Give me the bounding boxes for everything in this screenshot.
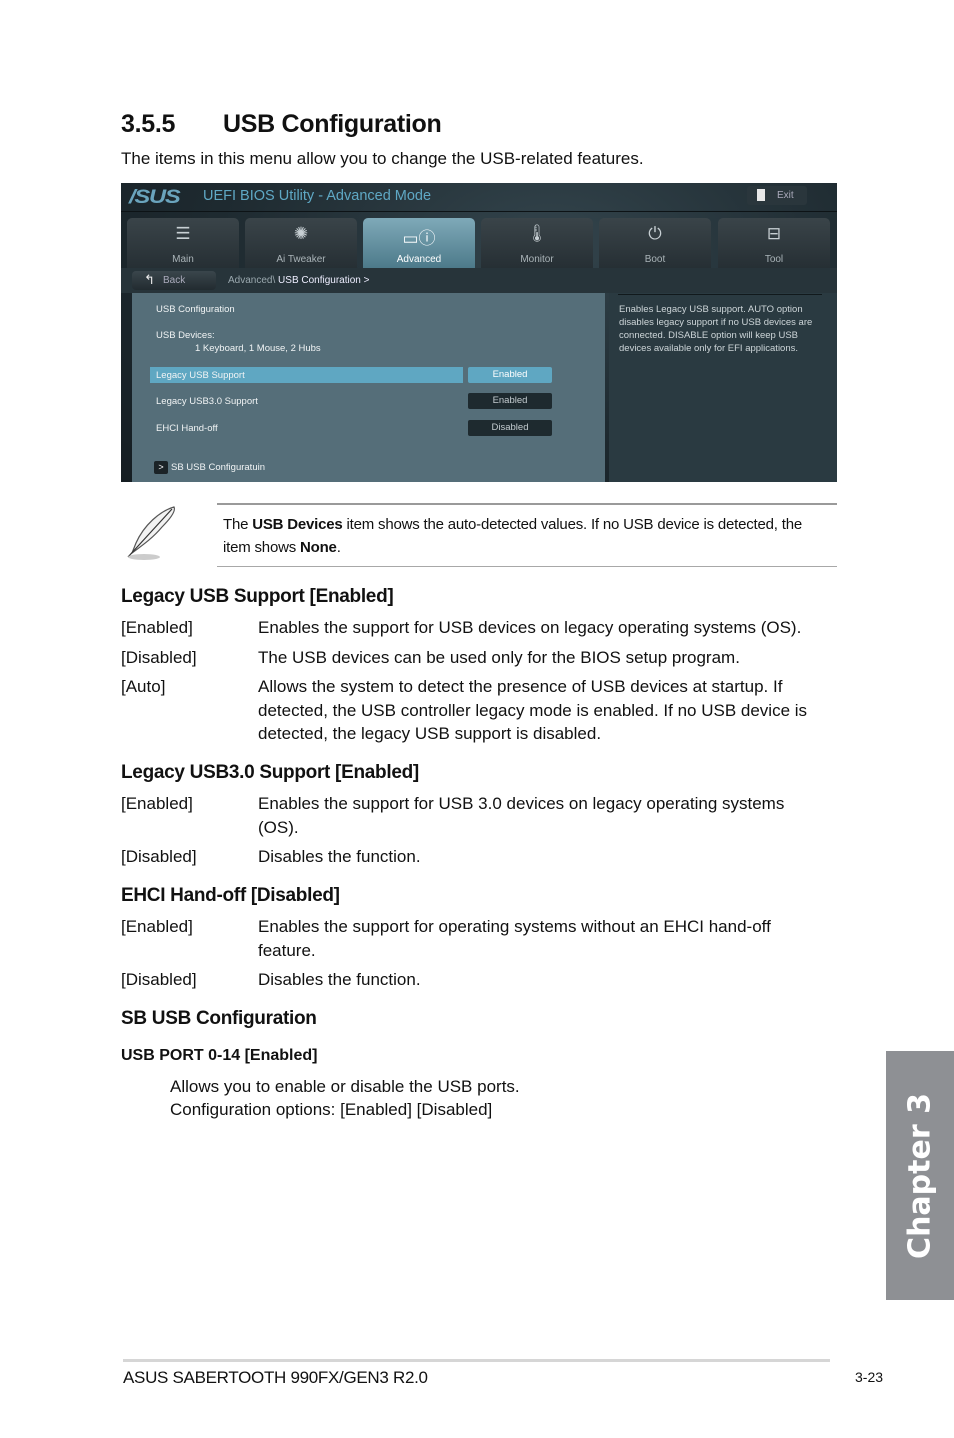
- sb-usb-heading: SB USB Configuration: [121, 1008, 317, 1029]
- option-description: Enables the support for USB devices on l…: [258, 618, 802, 637]
- option-label: [Disabled]: [121, 970, 197, 989]
- footer-product: ASUS SABERTOOTH 990FX/GEN3 R2.0: [123, 1368, 428, 1387]
- option-label: [Enabled]: [121, 917, 193, 936]
- option-description: Disables the function.: [258, 847, 421, 866]
- toolbox-icon: ⊟: [766, 224, 782, 243]
- usb-devices-label: USB Devices:: [156, 330, 215, 341]
- tab-main[interactable]: ☰ Main: [127, 218, 239, 268]
- back-button[interactable]: ↰ Back: [132, 271, 216, 290]
- submenu-arrow-icon: >: [154, 461, 168, 474]
- ehci-hand-off-value[interactable]: Disabled: [468, 420, 552, 436]
- option-description: Enables the support for operating system…: [258, 917, 771, 960]
- legacy-usb-heading: Legacy USB Support [Enabled]: [121, 586, 394, 607]
- advanced-info-icon: ▭ⓘ: [402, 229, 436, 248]
- exit-button[interactable]: Exit: [747, 186, 807, 205]
- chapter-tab: Chapter 3: [886, 1051, 954, 1300]
- setting-ehci-hand-off[interactable]: EHCI Hand-off: [156, 423, 218, 434]
- note-text: The USB Devices item shows the auto-dete…: [223, 516, 802, 556]
- option-description: Allows the system to detect the presence…: [258, 677, 808, 743]
- option-description: The USB devices can be used only for the…: [258, 648, 740, 667]
- feather-note-icon: [127, 506, 175, 560]
- option-label: [Enabled]: [121, 618, 193, 637]
- settings-panel: [132, 293, 605, 482]
- usb-port-options: Configuration options: [Enabled] [Disabl…: [170, 1100, 493, 1119]
- footer-divider: [123, 1359, 830, 1362]
- tab-monitor[interactable]: 🌡 Monitor: [481, 218, 593, 268]
- section-heading: 3.5.5 USB Configuration: [121, 110, 442, 139]
- help-text: Enables Legacy USB support. AUTO option …: [619, 304, 813, 354]
- tab-boot[interactable]: ⏻ Boot: [599, 218, 711, 268]
- setting-legacy-usb3-support[interactable]: Legacy USB3.0 Support: [156, 396, 258, 407]
- submenu-sb-usb-configuration[interactable]: SB USB Configuratuin: [171, 462, 265, 473]
- option-label: [Disabled]: [121, 648, 197, 667]
- legacy-usb3-support-value[interactable]: Enabled: [468, 393, 552, 409]
- usb-devices-value: 1 Keyboard, 1 Mouse, 2 Hubs: [195, 343, 321, 354]
- legacy-usb-support-value[interactable]: Enabled: [468, 367, 552, 383]
- page-number: 3-23: [855, 1369, 884, 1385]
- back-arrow-icon: ↰: [144, 272, 155, 287]
- option-description: Disables the function.: [258, 970, 421, 989]
- list-icon: ☰: [175, 224, 191, 243]
- usb-port-description: Allows you to enable or disable the USB …: [170, 1077, 520, 1096]
- option-description: Enables the support for USB 3.0 devices …: [258, 794, 785, 837]
- breadcrumb-current: USB Configuration >: [278, 275, 370, 286]
- section-title: USB Configuration: [223, 110, 442, 138]
- setting-legacy-usb-support[interactable]: Legacy USB Support: [156, 370, 245, 381]
- asus-logo: /SUS: [129, 187, 181, 208]
- option-label: [Enabled]: [121, 794, 193, 813]
- note-divider-top: [217, 503, 837, 505]
- bios-title: UEFI BIOS Utility - Advanced Mode: [203, 188, 432, 204]
- help-panel: Enables Legacy USB support. AUTO option …: [609, 293, 837, 482]
- fan-icon: ✺: [293, 224, 309, 243]
- exit-label: Exit: [777, 190, 794, 201]
- note-divider-bottom: [217, 566, 837, 567]
- tab-advanced[interactable]: ▭ⓘ Advanced: [363, 218, 475, 268]
- thermometer-icon: 🌡: [526, 224, 548, 243]
- bios-title-bar: /SUS UEFI BIOS Utility - Advanced Mode E…: [121, 183, 837, 212]
- option-label: [Disabled]: [121, 847, 197, 866]
- section-intro: The items in this menu allow you to chan…: [121, 149, 644, 168]
- exit-door-icon: [757, 189, 765, 201]
- chapter-label: Chapter 3: [902, 1092, 938, 1259]
- usb-port-subheading: USB PORT 0-14 [Enabled]: [121, 1047, 318, 1064]
- tab-tool[interactable]: ⊟ Tool: [718, 218, 830, 268]
- help-divider: [618, 294, 822, 295]
- ehci-heading: EHCI Hand-off [Disabled]: [121, 885, 340, 906]
- bios-screenshot: /SUS UEFI BIOS Utility - Advanced Mode E…: [121, 183, 837, 482]
- breadcrumb: Advanced\ USB Configuration >: [228, 275, 370, 286]
- legacy-usb3-heading: Legacy USB3.0 Support [Enabled]: [121, 762, 419, 783]
- breadcrumb-parent[interactable]: Advanced\: [228, 275, 275, 286]
- section-number: 3.5.5: [121, 110, 176, 138]
- panel-title: USB Configuration: [156, 304, 235, 315]
- tab-ai-tweaker[interactable]: ✺ Ai Tweaker: [245, 218, 357, 268]
- power-icon: ⏻: [648, 224, 662, 243]
- option-label: [Auto]: [121, 677, 166, 696]
